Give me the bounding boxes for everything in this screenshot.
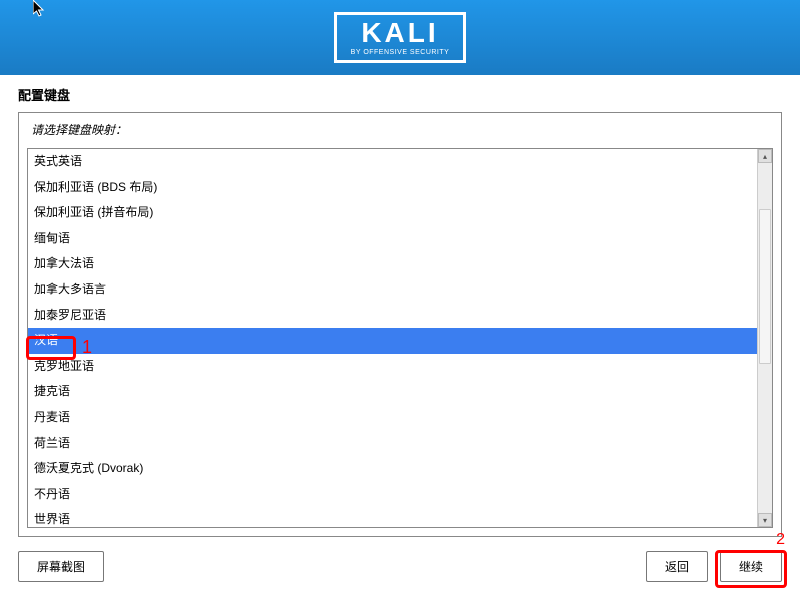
logo-text: KALI <box>361 19 438 47</box>
list-item[interactable]: 荷兰语 <box>28 431 757 457</box>
kali-logo: KALI BY OFFENSIVE SECURITY <box>334 12 467 63</box>
keyboard-list[interactable]: 英式英语保加利亚语 (BDS 布局)保加利亚语 (拼音布局)缅甸语加拿大法语加拿… <box>28 149 757 527</box>
keyboard-list-container: 英式英语保加利亚语 (BDS 布局)保加利亚语 (拼音布局)缅甸语加拿大法语加拿… <box>27 148 773 528</box>
list-item[interactable]: 加拿大多语言 <box>28 277 757 303</box>
scroll-down-button[interactable]: ▾ <box>758 513 772 527</box>
list-item[interactable]: 德沃夏克式 (Dvorak) <box>28 456 757 482</box>
back-button[interactable]: 返回 <box>646 551 708 582</box>
continue-button[interactable]: 继续 <box>720 551 782 582</box>
list-item[interactable]: 英式英语 <box>28 149 757 175</box>
title-bar: 配置键盘 <box>0 75 800 112</box>
header-banner: KALI BY OFFENSIVE SECURITY <box>0 0 800 75</box>
list-item[interactable]: 捷克语 <box>28 379 757 405</box>
scroll-thumb[interactable] <box>759 209 771 364</box>
list-item[interactable]: 缅甸语 <box>28 226 757 252</box>
list-item[interactable]: 不丹语 <box>28 482 757 508</box>
list-item[interactable]: 汉语 <box>28 328 757 354</box>
list-item[interactable]: 加泰罗尼亚语 <box>28 303 757 329</box>
list-item[interactable]: 丹麦语 <box>28 405 757 431</box>
list-item[interactable]: 世界语 <box>28 507 757 527</box>
prompt-label: 请选择键盘映射： <box>27 121 773 138</box>
scrollbar[interactable]: ▴ ▾ <box>757 149 772 527</box>
logo-subtitle: BY OFFENSIVE SECURITY <box>351 49 450 56</box>
list-item[interactable]: 加拿大法语 <box>28 251 757 277</box>
list-item[interactable]: 保加利亚语 (BDS 布局) <box>28 175 757 201</box>
footer: 屏幕截图 返回 继续 <box>18 551 782 582</box>
list-item[interactable]: 保加利亚语 (拼音布局) <box>28 200 757 226</box>
list-item[interactable]: 克罗地亚语 <box>28 354 757 380</box>
config-panel: 请选择键盘映射： 英式英语保加利亚语 (BDS 布局)保加利亚语 (拼音布局)缅… <box>18 112 782 537</box>
page-title: 配置键盘 <box>18 85 782 104</box>
screenshot-button[interactable]: 屏幕截图 <box>18 551 104 582</box>
scroll-up-button[interactable]: ▴ <box>758 149 772 163</box>
